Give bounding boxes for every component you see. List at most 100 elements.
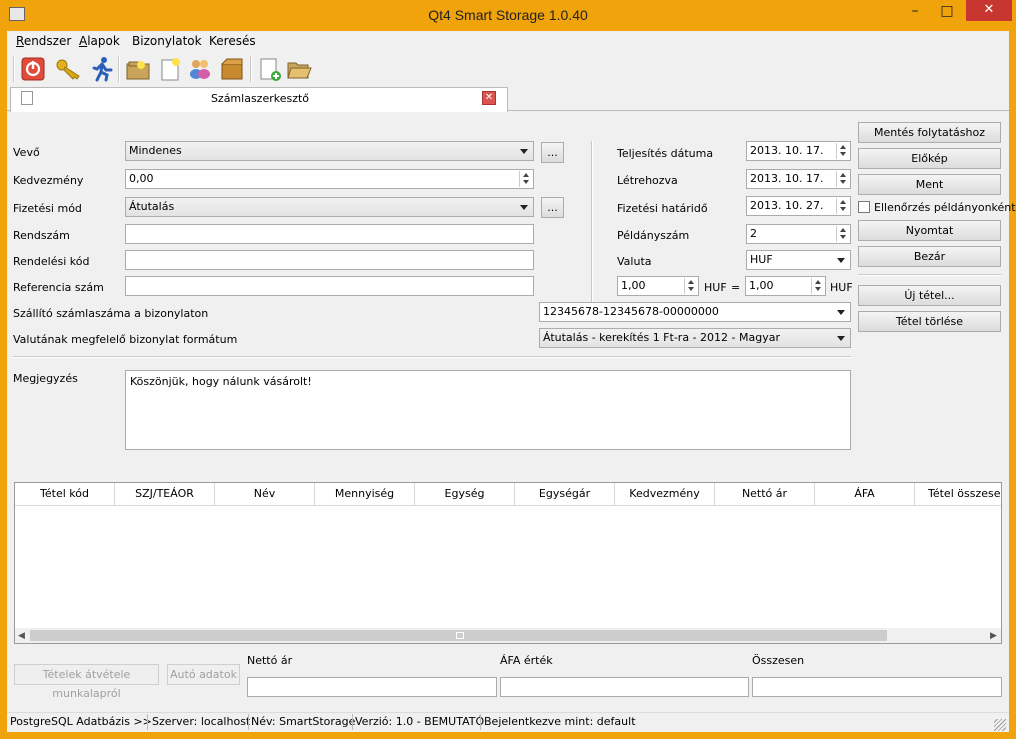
hatarido-label: Fizetési határidő xyxy=(617,202,708,215)
status-user: Bejelentkezve mint: default xyxy=(484,715,636,728)
menu-bizonylatok[interactable]: Bizonylatok xyxy=(132,34,202,48)
vevo-label: Vevő xyxy=(13,146,40,159)
vevo-combo[interactable]: Mindenes xyxy=(125,141,534,161)
rate-right-spinbox[interactable]: 1,00 xyxy=(745,276,826,296)
maximize-button[interactable]: □ xyxy=(932,1,962,23)
peldanyszam-label: Példányszám xyxy=(617,229,690,242)
menu-alapok[interactable]: Alapok xyxy=(79,34,120,48)
items-table[interactable]: Tétel kód SZJ/TEÁOR Név Mennyiség Egység… xyxy=(14,482,1002,644)
package-icon[interactable] xyxy=(219,56,245,82)
power-icon[interactable] xyxy=(20,56,46,82)
new-page-icon[interactable] xyxy=(257,56,283,82)
folder-sun-icon[interactable] xyxy=(125,56,151,82)
hatarido-value: 2013. 10. 27. xyxy=(750,199,824,212)
column-header[interactable]: Egység xyxy=(415,483,515,505)
szallito-combo[interactable]: 12345678-12345678-00000000 xyxy=(539,302,851,322)
spin-arrows-icon[interactable] xyxy=(836,198,849,214)
fizmod-combo[interactable]: Átutalás xyxy=(125,197,534,217)
rendkod-input[interactable] xyxy=(125,250,534,270)
formatum-label: Valutának megfelelő bizonylat formátum xyxy=(13,333,238,346)
runner-icon[interactable] xyxy=(89,56,115,82)
kedvezmeny-value: 0,00 xyxy=(129,172,154,185)
total-label: Összesen xyxy=(752,654,805,667)
hatarido-date[interactable]: 2013. 10. 27. xyxy=(746,196,851,216)
status-db[interactable]: PostgreSQL Adatbázis >> xyxy=(10,715,152,728)
vevo-value: Mindenes xyxy=(129,144,182,157)
column-header[interactable]: Tétel kód xyxy=(15,483,115,505)
refszam-label: Referencia szám xyxy=(13,281,104,294)
fizmod-browse-button[interactable]: ... xyxy=(541,197,564,218)
check-per-copy-checkbox[interactable] xyxy=(858,201,870,213)
refszam-input[interactable] xyxy=(125,276,534,296)
resize-grip-icon[interactable] xyxy=(994,719,1006,731)
column-header[interactable]: ÁFA xyxy=(815,483,915,505)
open-folder-icon[interactable] xyxy=(286,56,312,82)
scroll-right-icon[interactable]: ▶ xyxy=(990,631,997,641)
status-separator xyxy=(480,714,481,730)
teljesites-label: Teljesítés dátuma xyxy=(617,147,714,160)
minimize-button[interactable]: – xyxy=(900,1,930,23)
afa-field xyxy=(500,677,749,697)
users-icon[interactable] xyxy=(187,56,213,82)
chevron-down-icon xyxy=(837,336,845,341)
vertical-divider xyxy=(591,141,593,309)
new-item-button[interactable]: Új tétel... xyxy=(858,285,1001,306)
print-button[interactable]: Nyomtat xyxy=(858,220,1001,241)
rate-left-spinbox[interactable]: 1,00 xyxy=(617,276,699,296)
column-header[interactable]: Mennyiség xyxy=(315,483,415,505)
toolbar-separator xyxy=(13,56,15,82)
valuta-label: Valuta xyxy=(617,255,652,268)
szallito-label: Szállító számlaszáma a bizonylaton xyxy=(13,307,209,320)
column-header[interactable]: SZJ/TEÁOR xyxy=(115,483,215,505)
peldanyszam-spinbox[interactable]: 2 xyxy=(746,224,851,244)
preview-button[interactable]: Előkép xyxy=(858,148,1001,169)
column-header[interactable]: Tétel összesen xyxy=(915,483,1001,505)
vevo-browse-button[interactable]: ... xyxy=(541,142,564,163)
kedvezmeny-spinbox[interactable]: 0,00 xyxy=(125,169,534,189)
menu-rendszer[interactable]: Rendszer xyxy=(16,34,71,48)
toolbar-separator xyxy=(250,56,252,82)
status-separator xyxy=(248,714,249,730)
toolbar-separator xyxy=(118,56,120,82)
column-header[interactable]: Kedvezmény xyxy=(615,483,715,505)
rate-right-value: 1,00 xyxy=(749,279,774,292)
rate-left-currency: HUF xyxy=(704,281,727,294)
spin-arrows-icon[interactable] xyxy=(836,226,849,242)
spin-arrows-icon[interactable] xyxy=(811,278,824,294)
megjegyzes-textarea[interactable]: Köszönjük, hogy nálunk vásárolt! xyxy=(125,370,851,450)
transfer-from-worksheet-button[interactable]: Tételek átvétele munkalapról xyxy=(14,664,159,700)
column-header[interactable]: Egységár xyxy=(515,483,615,505)
formatum-combo[interactable]: Átutalás - kerekítés 1 Ft-ra - 2012 - Ma… xyxy=(539,328,851,348)
status-server: Szerver: localhost xyxy=(152,715,251,728)
spin-arrows-icon[interactable] xyxy=(836,143,849,159)
valuta-value: HUF xyxy=(750,253,773,266)
spin-arrows-icon[interactable] xyxy=(519,171,532,187)
menu-kereses[interactable]: Keresés xyxy=(209,34,256,48)
rendszam-input[interactable] xyxy=(125,224,534,244)
spin-arrows-icon[interactable] xyxy=(836,171,849,187)
rate-right-currency: HUF xyxy=(830,281,853,294)
megjegyzes-label: Megjegyzés xyxy=(13,372,78,385)
column-header[interactable]: Nettó ár xyxy=(715,483,815,505)
fizmod-label: Fizetési mód xyxy=(13,202,82,215)
save-button[interactable]: Ment xyxy=(858,174,1001,195)
new-document-icon[interactable] xyxy=(157,56,183,82)
tab-szamlaszerkeszto[interactable]: Számlaszerkesztő ✕ xyxy=(10,87,508,112)
horizontal-scrollbar[interactable]: ◀ ▶ xyxy=(15,628,1001,643)
spin-arrows-icon[interactable] xyxy=(684,278,697,294)
tab-close-icon[interactable]: ✕ xyxy=(482,91,496,105)
netto-label: Nettó ár xyxy=(247,654,293,667)
close-button[interactable]: Bezár xyxy=(858,246,1001,267)
delete-item-button[interactable]: Tétel törlése xyxy=(858,311,1001,332)
letrehozva-date[interactable]: 2013. 10. 17. xyxy=(746,169,851,189)
key-icon[interactable] xyxy=(55,56,81,82)
scroll-left-icon[interactable]: ◀ xyxy=(18,631,25,641)
chevron-down-icon xyxy=(837,258,845,263)
grip-icon xyxy=(456,632,464,639)
save-continue-button[interactable]: Mentés folytatáshoz xyxy=(858,122,1001,143)
column-header[interactable]: Név xyxy=(215,483,315,505)
car-data-button[interactable]: Autó adatok xyxy=(167,664,240,685)
valuta-combo[interactable]: HUF xyxy=(746,250,851,270)
teljesites-date[interactable]: 2013. 10. 17. xyxy=(746,141,851,161)
close-window-button[interactable]: ✕ xyxy=(966,0,1012,21)
